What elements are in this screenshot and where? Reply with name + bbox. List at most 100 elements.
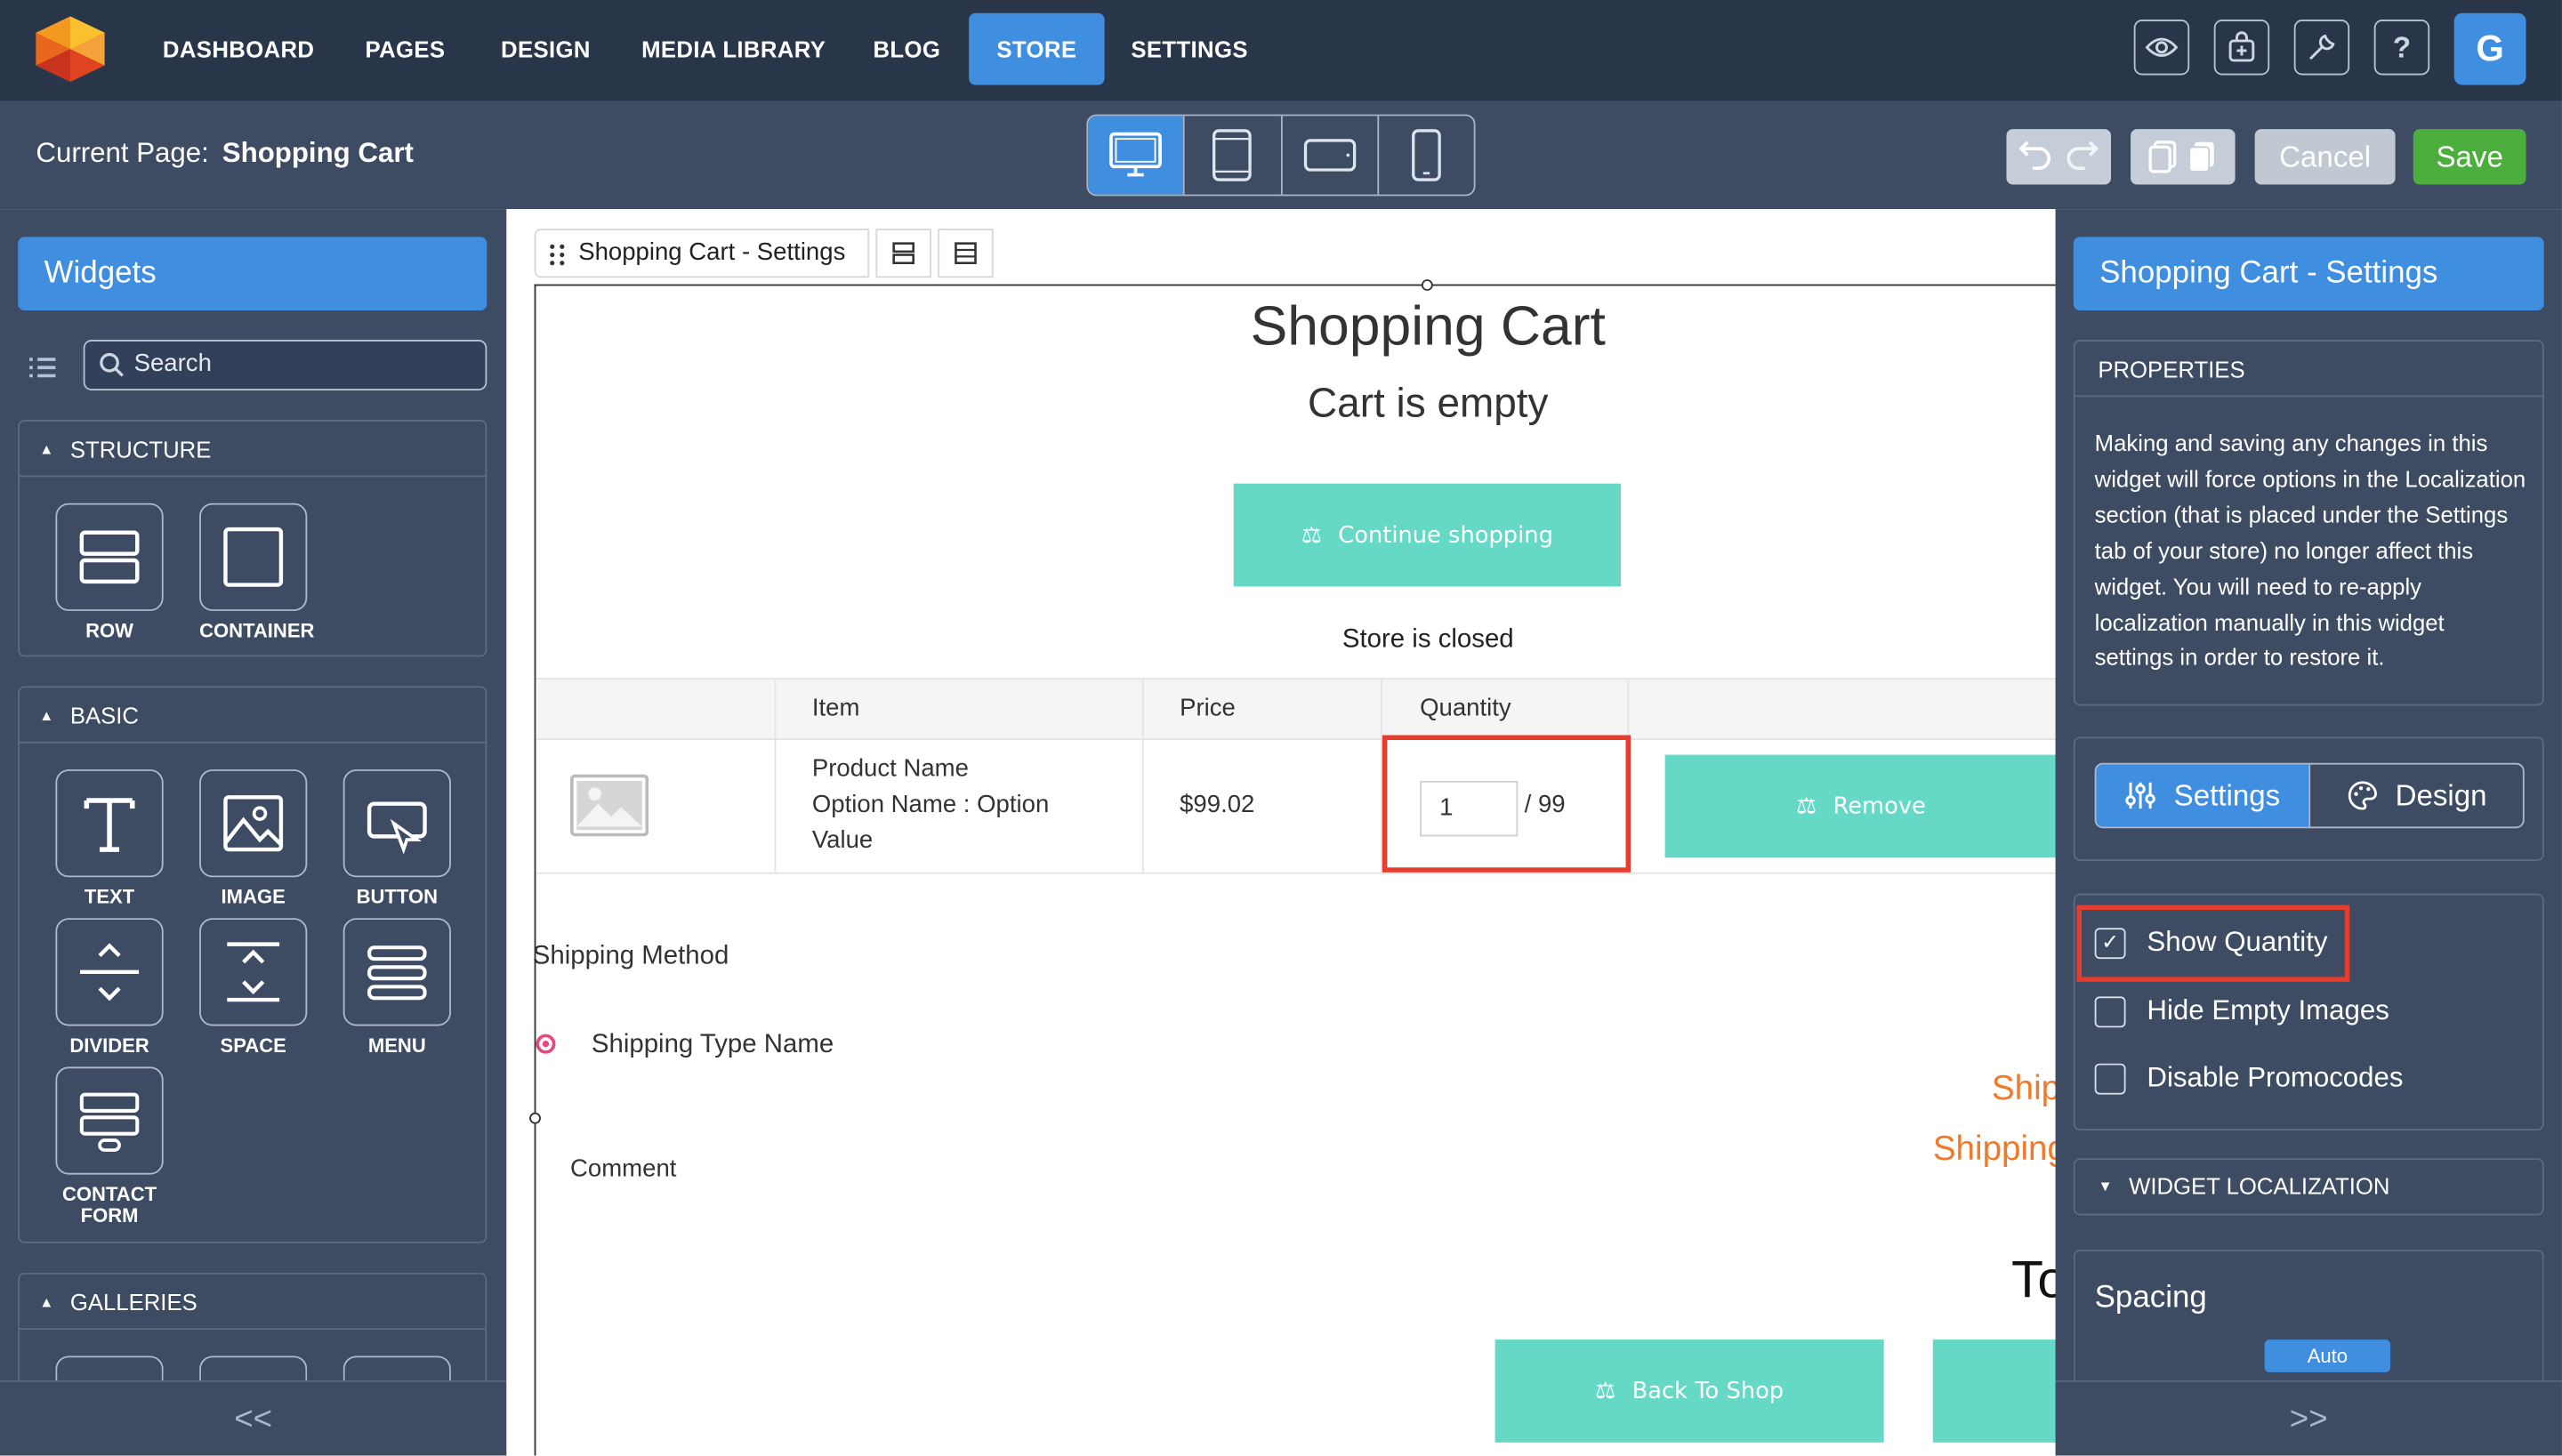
column-header-quantity: Quantity bbox=[1420, 694, 1511, 722]
text-icon bbox=[84, 798, 135, 852]
nav-design[interactable]: DESIGN bbox=[484, 13, 608, 85]
column-header-item: Item bbox=[811, 694, 860, 722]
device-tablet-landscape[interactable] bbox=[1280, 116, 1377, 195]
options-box: ✓ Show Quantity Hide Empty Images Disabl… bbox=[2073, 893, 2544, 1130]
copy-icon[interactable] bbox=[2144, 137, 2183, 176]
spacing-auto-value[interactable]: Auto bbox=[2264, 1339, 2391, 1372]
container-icon bbox=[223, 527, 284, 587]
nav-blog[interactable]: BLOG bbox=[859, 13, 955, 85]
section-galleries-title[interactable]: ▲ GALLERIES bbox=[20, 1275, 486, 1331]
widget-image[interactable]: IMAGE bbox=[199, 769, 308, 908]
widget-localization-title[interactable]: ▼ WIDGET LOCALIZATION bbox=[2075, 1160, 2542, 1214]
store-button[interactable] bbox=[2213, 20, 2270, 76]
undo-redo-group bbox=[2006, 129, 2112, 185]
logo-icon[interactable] bbox=[33, 13, 108, 85]
nav-settings[interactable]: SETTINGS bbox=[1117, 13, 1261, 85]
section-basic: ▲BASIC TEXT IMAGE BUTTON DIVIDER SPACE bbox=[18, 686, 487, 1243]
list-view-icon[interactable] bbox=[28, 353, 57, 388]
tab-settings[interactable]: Settings bbox=[2096, 764, 2309, 827]
resize-handle[interactable] bbox=[1421, 279, 1433, 291]
user-avatar[interactable]: G bbox=[2453, 12, 2526, 85]
nav-dashboard[interactable]: DASHBOARD bbox=[150, 13, 326, 85]
shopping-cart-widget[interactable]: Shopping Cart Cart is empty ⚖ Continue s… bbox=[529, 279, 2067, 1456]
highlight-show-quantity bbox=[2076, 905, 2350, 982]
section-structure-title[interactable]: ▲ STRUCTURE bbox=[20, 422, 486, 478]
hide-empty-images-option[interactable]: Hide Empty Images bbox=[2094, 995, 2389, 1028]
undo-icon[interactable] bbox=[2013, 139, 2058, 174]
hide-empty-images-checkbox[interactable] bbox=[2094, 995, 2126, 1027]
current-page-value: Shopping Cart bbox=[222, 137, 414, 169]
page-builder: DASHBOARD PAGES DESIGN MEDIA LIBRARY BLO… bbox=[0, 0, 2562, 1456]
back-to-shop-button[interactable]: ⚖ Back To Shop bbox=[1494, 1339, 1884, 1443]
widget-text[interactable]: TEXT bbox=[55, 769, 164, 908]
remove-button[interactable]: ⚖ Remove bbox=[1664, 754, 2058, 858]
settings-panel: Shopping Cart - Settings PROPERTIES Maki… bbox=[2055, 209, 2562, 1456]
current-page-label: Current Page: bbox=[36, 137, 209, 169]
device-switcher bbox=[1086, 114, 1476, 197]
paste-icon[interactable] bbox=[2183, 137, 2222, 176]
palette-icon bbox=[2348, 781, 2377, 810]
widget-space[interactable]: SPACE bbox=[199, 918, 308, 1057]
tab-design[interactable]: Design bbox=[2308, 764, 2523, 827]
space-icon bbox=[227, 942, 280, 1002]
column-divider bbox=[1141, 678, 1144, 874]
spacing-box: Spacing Auto bbox=[2073, 1250, 2544, 1381]
collapse-left-panel-button[interactable]: << bbox=[0, 1380, 507, 1455]
top-navbar: DASHBOARD PAGES DESIGN MEDIA LIBRARY BLO… bbox=[0, 0, 2562, 101]
collapse-icon: ▲ bbox=[39, 1293, 54, 1311]
device-mobile[interactable] bbox=[1376, 116, 1474, 195]
gallery-widget-partial[interactable] bbox=[199, 1355, 308, 1382]
nav-media-library[interactable]: MEDIA LIBRARY bbox=[631, 13, 836, 85]
redo-icon[interactable] bbox=[2058, 139, 2104, 174]
device-desktop[interactable] bbox=[1088, 116, 1184, 195]
widget-container[interactable]: CONTAINER bbox=[199, 503, 314, 642]
preview-button[interactable] bbox=[2133, 20, 2190, 76]
help-button[interactable]: ? bbox=[2373, 20, 2430, 76]
gallery-widget-partial[interactable] bbox=[342, 1355, 451, 1382]
resize-handle[interactable] bbox=[529, 1112, 541, 1124]
row-icon bbox=[893, 242, 915, 264]
breadcrumb-row[interactable] bbox=[876, 229, 932, 278]
checkout-button-partial[interactable] bbox=[1932, 1339, 2058, 1443]
widget-menu[interactable]: MENU bbox=[342, 918, 451, 1057]
cancel-button[interactable]: Cancel bbox=[2254, 129, 2396, 185]
section-galleries: ▲ GALLERIES bbox=[18, 1272, 487, 1382]
widgets-panel: Widgets Search ▲ STRUCTURE ROW CONTAINER … bbox=[0, 209, 507, 1456]
widget-contact-form[interactable]: CONTACT FORM bbox=[55, 1066, 164, 1227]
column-divider bbox=[774, 678, 777, 874]
section-basic-title[interactable]: ▲ BASIC bbox=[20, 688, 486, 744]
product-price-cell: $99.02 bbox=[1180, 790, 1255, 819]
menu-icon bbox=[367, 945, 427, 1001]
widget-divider[interactable]: DIVIDER bbox=[55, 918, 164, 1057]
widgets-panel-title: Widgets bbox=[18, 237, 487, 310]
widget-row[interactable]: ROW bbox=[55, 503, 164, 642]
page-canvas: Shopping Cart - Settings Shopping Cart C… bbox=[506, 209, 2067, 1456]
save-button[interactable]: Save bbox=[2413, 129, 2526, 185]
device-tablet[interactable] bbox=[1183, 116, 1280, 195]
nav-store[interactable]: STORE bbox=[969, 12, 1105, 85]
widget-search-input[interactable]: Search bbox=[83, 340, 487, 390]
eye-icon bbox=[2145, 37, 2179, 57]
breadcrumb-current-widget[interactable]: Shopping Cart - Settings bbox=[534, 229, 870, 278]
product-name-cell: Product Name Option Name : Option Value bbox=[811, 754, 1050, 855]
breadcrumb-container[interactable] bbox=[939, 229, 995, 278]
tools-button[interactable] bbox=[2293, 20, 2350, 76]
shipping-label-partial: Ship bbox=[1991, 1070, 2061, 1108]
nav-pages[interactable]: PAGES bbox=[350, 13, 461, 85]
collapse-right-panel-button[interactable]: >> bbox=[2055, 1380, 2562, 1455]
shipping-cost-partial: Shipping bbox=[1932, 1130, 2067, 1169]
shipping-method-title: Shipping Method bbox=[532, 942, 729, 970]
collapse-icon: ▲ bbox=[39, 707, 54, 724]
drag-handle-icon[interactable] bbox=[549, 244, 565, 267]
page-toolbar: Current Page: Shopping Cart Cancel Save bbox=[0, 101, 2562, 210]
divider-icon bbox=[79, 943, 140, 1002]
disable-promocodes-option[interactable]: Disable Promocodes bbox=[2094, 1062, 2404, 1095]
widget-localization-box[interactable]: ▼ WIDGET LOCALIZATION bbox=[2073, 1158, 2544, 1216]
continue-shopping-button[interactable]: ⚖ Continue shopping bbox=[1233, 483, 1622, 587]
gallery-widget-partial[interactable] bbox=[55, 1355, 164, 1382]
cart-table-header bbox=[536, 678, 2058, 741]
widget-breadcrumb: Shopping Cart - Settings bbox=[534, 229, 995, 278]
disable-promocodes-checkbox[interactable] bbox=[2094, 1062, 2126, 1094]
shipping-type-radio[interactable] bbox=[536, 1034, 556, 1054]
widget-button[interactable]: BUTTON bbox=[342, 769, 451, 908]
